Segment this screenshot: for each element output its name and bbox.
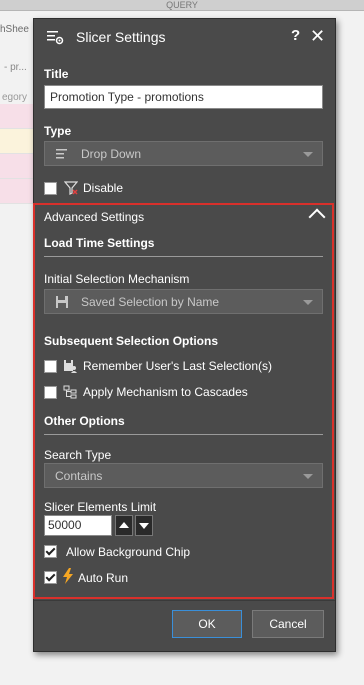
remember-selection-checkbox[interactable] — [44, 360, 57, 373]
cancel-button[interactable]: Cancel — [252, 610, 324, 638]
allow-background-chip-checkbox[interactable] — [44, 545, 57, 558]
subsequent-selection-heading: Subsequent Selection Options — [44, 334, 219, 348]
save-icon — [56, 296, 68, 308]
background-grid-cells — [0, 104, 33, 204]
increment-button[interactable] — [115, 515, 133, 536]
help-button[interactable]: ? — [291, 27, 300, 44]
initial-selection-value: Saved Selection by Name — [81, 295, 220, 309]
apply-cascades-label: Apply Mechanism to Cascades — [83, 385, 248, 399]
auto-run-label: Auto Run — [78, 571, 129, 585]
search-type-label: Search Type — [44, 448, 112, 462]
background-sub-fragment: - pr... — [4, 62, 27, 73]
initial-selection-label: Initial Selection Mechanism — [44, 272, 190, 286]
other-options-divider — [44, 434, 323, 435]
background-tab-fragment: hShee — [0, 24, 29, 35]
dialog-title: Slicer Settings — [76, 29, 166, 45]
title-label: Title — [44, 67, 69, 81]
title-input[interactable]: Promotion Type - promotions — [44, 85, 323, 109]
chevron-down-icon — [303, 300, 313, 305]
slicer-limit-input[interactable]: 50000 — [44, 515, 112, 536]
slicer-limit-label: Slicer Elements Limit — [44, 500, 157, 514]
advanced-settings-header[interactable]: Advanced Settings — [44, 210, 144, 224]
cascade-icon — [63, 385, 77, 399]
apply-cascades-checkbox[interactable] — [44, 386, 57, 399]
decrement-button[interactable] — [135, 515, 153, 536]
advanced-settings-highlight — [33, 203, 334, 599]
filter-disable-icon — [64, 181, 78, 195]
type-label: Type — [44, 124, 72, 138]
search-type-value: Contains — [55, 469, 103, 483]
initial-selection-dropdown[interactable]: Saved Selection by Name — [44, 289, 323, 314]
type-dropdown[interactable]: Drop Down — [44, 141, 323, 166]
slicer-settings-icon — [47, 31, 64, 45]
drop-down-list-icon — [56, 149, 67, 159]
background-category-fragment: egory — [2, 92, 28, 103]
save-user-icon — [64, 360, 77, 373]
lightning-icon — [63, 568, 73, 584]
close-icon[interactable]: ✕ — [310, 26, 325, 47]
chevron-down-icon — [303, 152, 313, 157]
chevron-down-icon — [303, 474, 313, 479]
disable-checkbox[interactable] — [44, 182, 57, 195]
remember-selection-label: Remember User's Last Selection(s) — [83, 359, 273, 373]
allow-background-chip-label: Allow Background Chip — [66, 545, 191, 559]
auto-run-checkbox[interactable] — [44, 571, 57, 584]
background-query-label: QUERY — [166, 0, 198, 10]
search-type-dropdown[interactable]: Contains — [44, 463, 323, 488]
disable-label: Disable — [83, 181, 124, 195]
dialog-title-bar: Slicer Settings ? ✕ — [34, 19, 335, 55]
load-time-divider — [44, 256, 323, 257]
footer-divider — [34, 600, 335, 601]
load-time-heading: Load Time Settings — [44, 236, 155, 250]
type-dropdown-value: Drop Down — [81, 147, 142, 161]
other-options-heading: Other Options — [44, 414, 125, 428]
slicer-settings-dialog: Slicer Settings ? ✕ Title Promotion Type… — [33, 18, 336, 652]
ok-button[interactable]: OK — [172, 610, 242, 638]
